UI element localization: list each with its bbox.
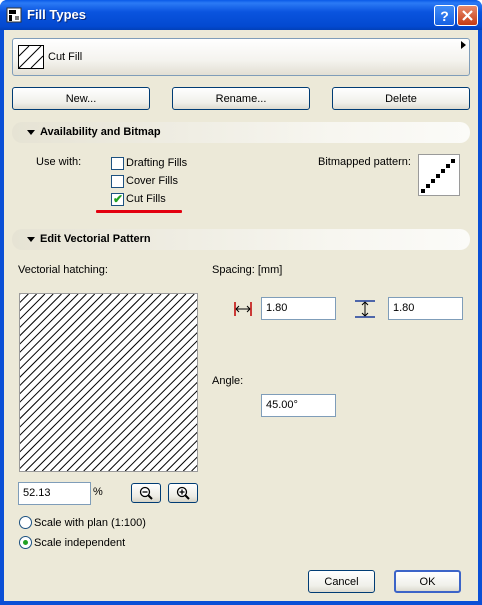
zoom-out-icon (139, 486, 153, 500)
dialog-content: Cut Fill New... Rename... Delete Availab… (4, 30, 478, 601)
collapse-triangle-icon (27, 130, 35, 135)
availability-section-title: Availability and Bitmap (40, 126, 161, 138)
angle-input[interactable]: 45.00° (261, 394, 336, 417)
delete-button-label: Delete (385, 92, 417, 105)
checkmark-icon: ✔ (113, 192, 124, 206)
collapse-triangle-icon (27, 237, 35, 242)
dialog-window: Fill Types ? Cut Fill New... Rename... D… (0, 0, 482, 605)
hatch-line (20, 294, 46, 320)
zoom-unit: % (93, 486, 103, 498)
fill-type-name: Cut Fill (48, 51, 83, 63)
ok-button[interactable]: OK (394, 570, 461, 593)
zoom-in-button[interactable] (168, 483, 198, 503)
expand-arrow-icon (461, 41, 466, 49)
hatch-line (41, 315, 197, 471)
horizontal-spacing-input[interactable]: 1.80 (261, 297, 336, 320)
hatch-line (149, 423, 197, 471)
availability-section-header[interactable]: Availability and Bitmap (12, 122, 470, 143)
angle-label: Angle: (212, 375, 244, 387)
new-button-label: New... (65, 92, 97, 105)
hatch-line (20, 294, 162, 436)
vertical-spacing-input[interactable]: 1.80 (388, 297, 463, 320)
vectorial-section-title: Edit Vectorial Pattern (40, 233, 151, 245)
fill-preview-swatch (18, 45, 44, 69)
vectorial-section-header[interactable]: Edit Vectorial Pattern (12, 229, 470, 250)
rename-button[interactable]: Rename... (172, 87, 310, 110)
close-button[interactable] (457, 5, 478, 26)
fill-type-selector[interactable]: Cut Fill (12, 38, 470, 76)
cancel-button[interactable]: Cancel (308, 570, 375, 593)
help-button[interactable]: ? (434, 5, 455, 26)
hatch-line (91, 365, 197, 471)
fill-tool-icon (6, 7, 22, 23)
horizontal-spacing-icon (234, 302, 252, 316)
cut-fills-label: Cut Fills (126, 193, 166, 205)
rename-button-label: Rename... (215, 92, 267, 105)
zoom-out-button[interactable] (131, 483, 161, 503)
diagonal-hatch-icon (18, 45, 44, 69)
bitmapped-pattern-preview[interactable] (418, 154, 460, 196)
scale-independent-radio[interactable] (19, 536, 32, 549)
use-with-label: Use with: (36, 156, 82, 168)
zoom-in-icon (176, 486, 190, 500)
vertical-spacing-icon (355, 300, 375, 318)
cover-fills-label: Cover Fills (126, 175, 178, 187)
bitmap-pattern-icon (421, 159, 455, 193)
hatch-line (20, 294, 187, 461)
bitmapped-pattern-label: Bitmapped pattern: (318, 156, 411, 168)
scale-independent-label: Scale independent (34, 537, 126, 549)
ok-button-label: OK (419, 575, 436, 588)
zoom-value: 52.13 (23, 487, 51, 499)
cut-fills-checkbox[interactable]: ✔ (111, 192, 124, 206)
vertical-spacing-value: 1.80 (393, 302, 415, 314)
zoom-input[interactable]: 52.13 (18, 482, 91, 505)
scale-with-plan-label: Scale with plan (1:100) (34, 517, 146, 529)
window-title: Fill Types (27, 7, 86, 22)
angle-value: 45.00° (266, 399, 298, 411)
drafting-fills-checkbox[interactable] (111, 157, 124, 170)
radio-selected-dot (23, 540, 28, 545)
spacing-label: Spacing: [mm] (212, 264, 283, 276)
hatch-line (124, 398, 197, 471)
vectorial-hatching-label: Vectorial hatching: (18, 264, 108, 276)
delete-button[interactable]: Delete (332, 87, 470, 110)
title-bar[interactable]: Fill Types ? (0, 0, 482, 30)
scale-with-plan-radio[interactable] (19, 516, 32, 529)
hatch-line (20, 294, 104, 378)
hatch-line (66, 340, 197, 471)
question-mark-icon: ? (440, 7, 449, 24)
hatch-preview (19, 293, 198, 472)
new-button[interactable]: New... (12, 87, 150, 110)
highlight-underline (96, 210, 182, 213)
drafting-fills-label: Drafting Fills (126, 157, 188, 169)
diagonal-hatch-pattern (20, 294, 197, 471)
cancel-button-label: Cancel (324, 575, 359, 588)
horizontal-spacing-value: 1.80 (266, 302, 288, 314)
cover-fills-checkbox[interactable] (111, 175, 124, 188)
close-icon (462, 10, 473, 21)
